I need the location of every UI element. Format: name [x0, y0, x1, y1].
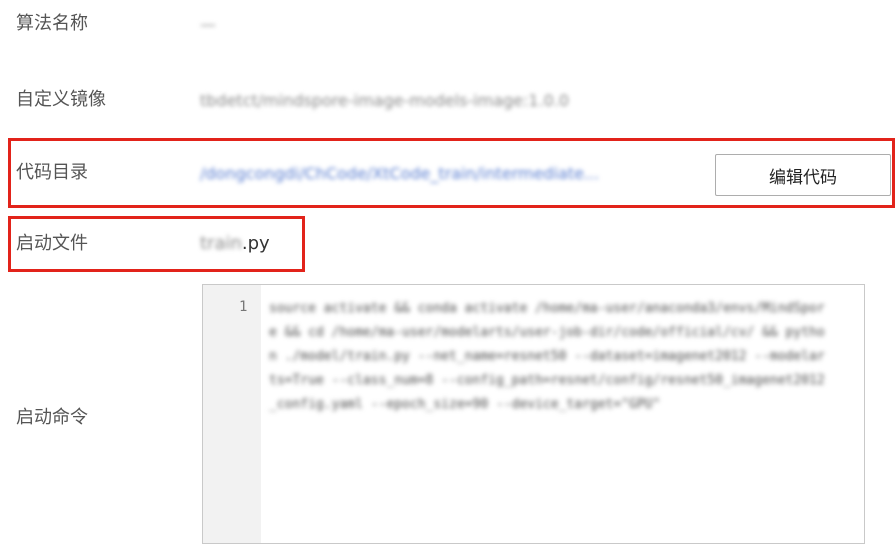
boot-command-code[interactable]: source activate && conda activate /home/… [269, 297, 829, 417]
boot-file-label: 启动文件 [16, 233, 88, 254]
editor-line-number: 1 [239, 299, 248, 315]
algorithm-name-label: 算法名称 [16, 13, 88, 34]
boot-file-value: train.py [200, 233, 270, 255]
algorithm-name-value: — [200, 15, 216, 34]
boot-file-extension: .py [241, 233, 270, 254]
boot-command-editor[interactable]: 1 source activate && conda activate /hom… [202, 284, 865, 544]
edit-code-button[interactable]: 编辑代码 [715, 154, 891, 196]
boot-command-label: 启动命令 [16, 407, 88, 428]
code-dir-label: 代码目录 [16, 162, 88, 183]
editor-gutter [203, 285, 261, 543]
code-dir-link[interactable]: /dongcongdi/ChCode/XtCode_train/intermed… [200, 163, 700, 185]
custom-image-value: tbdetct/mindspore-image-models-image:1.0… [200, 91, 570, 110]
boot-file-name: train [200, 233, 242, 254]
custom-image-label: 自定义镜像 [16, 89, 106, 110]
